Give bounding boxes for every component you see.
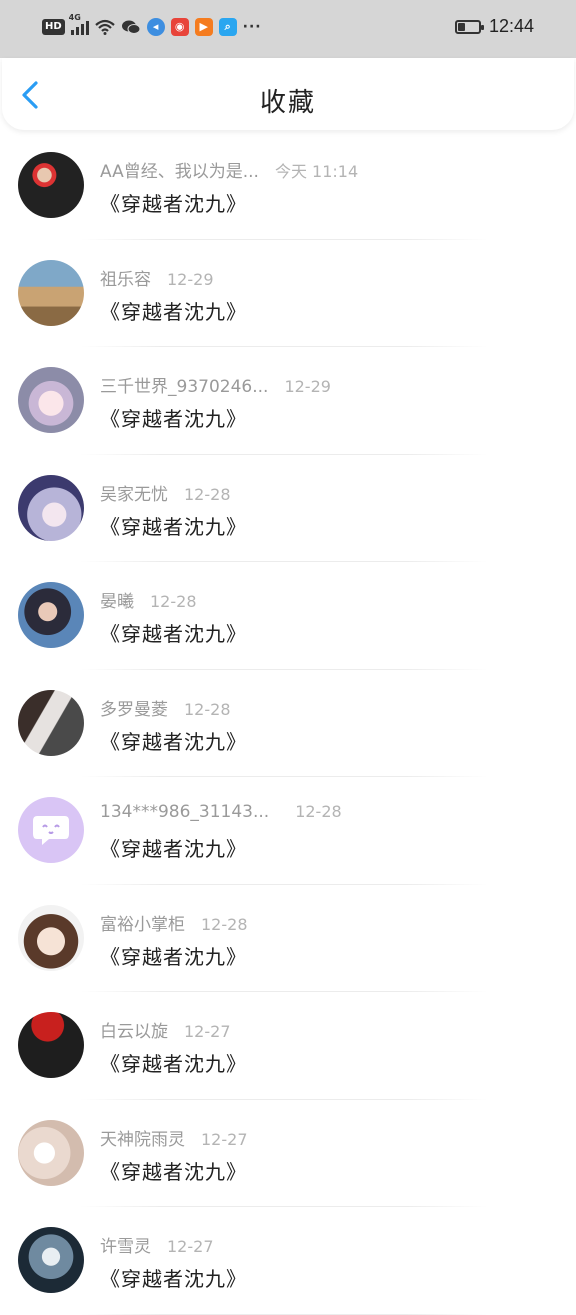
chat-bubble-icon [33,816,69,845]
list-item[interactable]: 白云以旋 12-27 《穿越者沈九》 [0,992,576,1100]
battery-icon [454,19,484,34]
timestamp: 今天 11:14 [274,162,359,181]
list-item[interactable]: 富裕小掌柜 12-28 《穿越者沈九》 [0,885,576,992]
user-name: AA曾经、我以为是... [100,162,259,182]
wechat-icon [121,20,141,34]
user-name: 白云以旋 [100,1022,168,1042]
avatar[interactable] [18,689,84,756]
more-notifications-icon: ··· [242,19,262,35]
timestamp: 12-28 [295,802,342,821]
work-title: 《穿越者沈九》 [100,837,247,861]
work-title: 《穿越者沈九》 [100,944,247,969]
timestamp: 12-28 [184,699,231,719]
clock: 12:44 [488,16,534,36]
list-item[interactable]: 许雪灵 12-27 《穿越者沈九》 [0,1207,576,1315]
list-item[interactable]: 祖乐容 12-29 《穿越者沈九》 [0,240,576,347]
status-bar: HD 4G ◂ ◉ ▶ ⌕ ··· 12:44 [0,0,576,58]
avatar[interactable] [18,797,84,863]
timestamp: 12-29 [284,377,331,396]
list-item[interactable]: AA曾经、我以为是... 今天 11:14 《穿越者沈九》 [0,132,576,240]
timestamp: 12-28 [201,914,248,934]
work-title: 《穿越者沈九》 [100,514,247,539]
timestamp: 12-29 [167,269,214,289]
list-item[interactable]: 三千世界_9370246... 12-29 《穿越者沈九》 [0,347,576,455]
avatar[interactable] [18,1119,84,1186]
user-name: 祖乐容 [100,269,151,290]
avatar[interactable] [18,582,84,648]
timestamp: 12-27 [201,1129,248,1149]
avatar[interactable] [18,367,84,433]
avatar[interactable] [18,1012,84,1078]
status-icons-right: 12:44 [454,16,534,37]
battery-level [457,22,465,31]
status-icons-left: HD 4G ◂ ◉ ▶ ⌕ ··· [42,13,262,36]
timestamp: 12-28 [184,484,231,504]
avatar[interactable] [18,259,84,326]
avatar[interactable] [18,474,84,541]
user-name: 134***986_31143... [100,802,270,822]
user-name: 吴家无忧 [100,484,168,505]
favorites-list: AA曾经、我以为是... 今天 11:14 《穿越者沈九》 祖乐容 12-29 《穿… [0,132,576,1315]
cellular-signal-icon: 4G [69,13,89,35]
avatar[interactable] [18,904,84,971]
work-title: 《穿越者沈九》 [100,1267,247,1291]
work-title: 《穿越者沈九》 [100,1159,247,1184]
network-type-label: 4G [68,13,81,22]
page-title: 收藏 [259,88,316,118]
work-title: 《穿越者沈九》 [100,192,247,216]
list-item[interactable]: 天神院雨灵 12-27 《穿越者沈九》 [0,1100,576,1207]
list-item[interactable]: 晏曦 12-28 《穿越者沈九》 [0,562,576,670]
avatar[interactable] [18,152,84,218]
avatar[interactable] [18,1227,84,1293]
wifi-icon [94,19,115,35]
divider [80,1313,488,1315]
list-item[interactable]: 134***986_31143... 12-28 《穿越者沈九》 [0,777,576,885]
work-title: 《穿越者沈九》 [100,299,247,324]
user-name: 富裕小掌柜 [100,914,185,935]
search-app-icon: ⌕ [218,18,237,36]
list-item[interactable]: 吴家无忧 12-28 《穿越者沈九》 [0,455,576,562]
timestamp: 12-28 [150,592,197,611]
work-title: 《穿越者沈九》 [100,407,247,431]
list-item[interactable]: 多罗曼菱 12-28 《穿越者沈九》 [0,670,576,777]
user-name: 多罗曼菱 [100,699,168,720]
timestamp: 12-27 [167,1237,214,1256]
video-app-icon: ▶ [194,18,213,36]
user-name: 三千世界_9370246... [100,377,269,397]
app-notification-icon: ◉ [170,18,189,36]
work-title: 《穿越者沈九》 [100,1052,247,1076]
user-name: 许雪灵 [100,1237,151,1257]
user-name: 天神院雨灵 [100,1129,185,1150]
work-title: 《穿越者沈九》 [100,729,247,754]
work-title: 《穿越者沈九》 [100,622,247,646]
user-name: 晏曦 [100,592,134,612]
hd-badge: HD [42,19,65,35]
timestamp: 12-27 [184,1022,231,1041]
app-notification-icon: ◂ [146,18,165,36]
nav-header: 收藏 [2,58,574,130]
